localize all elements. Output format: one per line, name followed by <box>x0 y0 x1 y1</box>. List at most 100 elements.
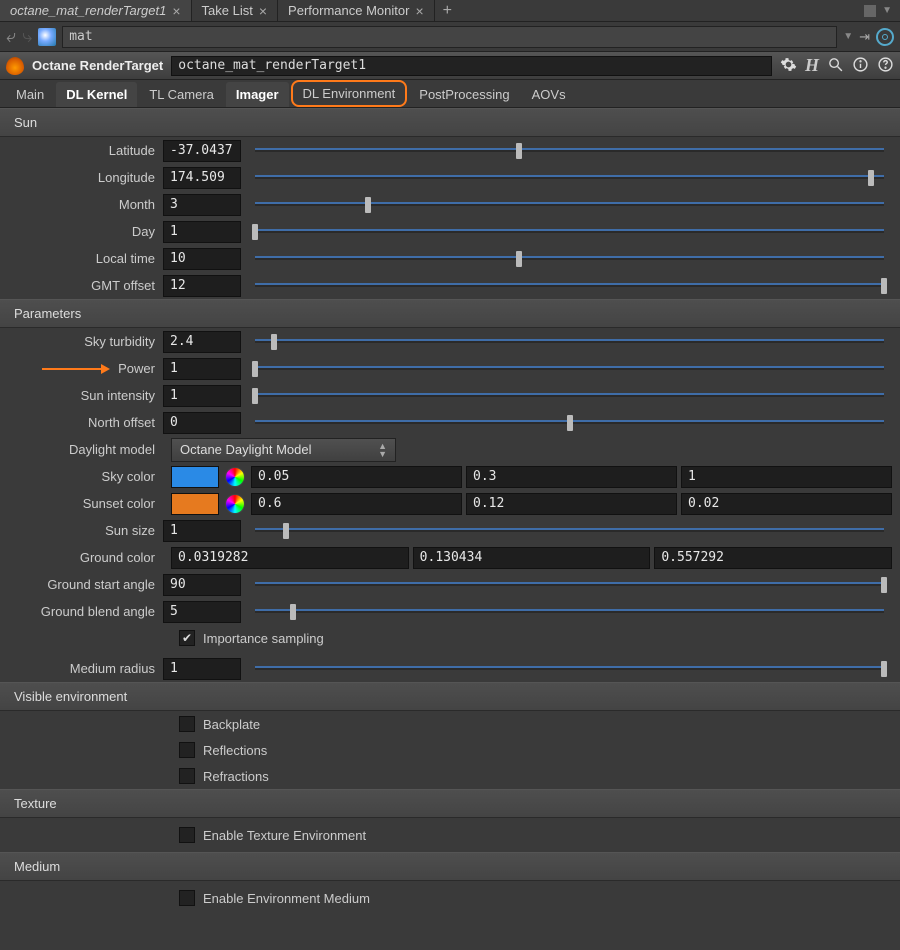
day-slider[interactable] <box>255 222 884 242</box>
sky-color-b-input[interactable] <box>681 466 892 488</box>
north-offset-slider[interactable] <box>255 413 884 433</box>
tab-main[interactable]: Main <box>6 82 54 107</box>
chevron-down-icon[interactable]: ▼ <box>843 31 853 42</box>
row-refractions: Refractions <box>0 763 900 789</box>
medium-radius-input[interactable] <box>163 658 241 680</box>
importance-sampling-checkbox[interactable]: ✔ <box>179 630 195 646</box>
latitude-slider[interactable] <box>255 141 884 161</box>
param-label: Month <box>0 197 163 212</box>
row-medium-radius: Medium radius <box>0 655 900 682</box>
row-ground-color: Ground color <box>0 544 900 571</box>
top-tab-takelist[interactable]: Take List × <box>192 0 279 21</box>
gmt-offset-slider[interactable] <box>255 276 884 296</box>
tab-postprocessing[interactable]: PostProcessing <box>409 82 519 107</box>
sun-size-slider[interactable] <box>255 521 884 541</box>
top-tab-rendertarget[interactable]: octane_mat_renderTarget1 × <box>0 0 192 21</box>
section-header-texture: Texture <box>0 789 900 818</box>
sky-color-g-input[interactable] <box>466 466 677 488</box>
param-label: Sun size <box>0 523 163 538</box>
node-name-input[interactable] <box>171 56 772 76</box>
param-label: North offset <box>0 415 163 430</box>
month-slider[interactable] <box>255 195 884 215</box>
sky-turbidity-slider[interactable] <box>255 332 884 352</box>
ground-start-angle-slider[interactable] <box>255 575 884 595</box>
param-label: Sunset color <box>0 496 163 511</box>
top-tab-perfmon[interactable]: Performance Monitor × <box>278 0 435 21</box>
medium-radius-slider[interactable] <box>255 659 884 679</box>
local-time-slider[interactable] <box>255 249 884 269</box>
help-icon[interactable] <box>877 56 894 76</box>
color-picker-icon[interactable] <box>225 494 245 514</box>
color-picker-icon[interactable] <box>225 467 245 487</box>
row-sunset-color: Sunset color <box>0 490 900 517</box>
sunset-color-b-input[interactable] <box>681 493 892 515</box>
daylight-model-dropdown[interactable]: Octane Daylight Model ▲▼ <box>171 438 396 462</box>
window-maximize-icon[interactable] <box>864 5 876 17</box>
info-icon[interactable] <box>852 56 869 76</box>
refractions-checkbox[interactable] <box>179 768 195 784</box>
row-day: Day <box>0 218 900 245</box>
enable-env-medium-checkbox[interactable] <box>179 890 195 906</box>
tab-tl-camera[interactable]: TL Camera <box>139 82 224 107</box>
longitude-slider[interactable] <box>255 168 884 188</box>
sun-intensity-slider[interactable] <box>255 386 884 406</box>
ground-blend-angle-slider[interactable] <box>255 602 884 622</box>
add-tab-button[interactable]: + <box>435 0 460 22</box>
reflections-checkbox[interactable] <box>179 742 195 758</box>
gmt-offset-input[interactable] <box>163 275 241 297</box>
sunset-color-g-input[interactable] <box>466 493 677 515</box>
close-icon[interactable]: × <box>259 6 267 16</box>
row-sky-turbidity: Sky turbidity <box>0 328 900 355</box>
ground-color-b-input[interactable] <box>654 547 892 569</box>
month-input[interactable] <box>163 194 241 216</box>
param-label: Latitude <box>0 143 163 158</box>
sunset-color-r-input[interactable] <box>251 493 462 515</box>
ground-start-angle-input[interactable] <box>163 574 241 596</box>
latitude-input[interactable] <box>163 140 241 162</box>
param-label: Day <box>0 224 163 239</box>
sky-color-swatch[interactable] <box>171 466 219 488</box>
longitude-input[interactable] <box>163 167 241 189</box>
tab-aovs[interactable]: AOVs <box>522 82 576 107</box>
day-input[interactable] <box>163 221 241 243</box>
section-header-medium: Medium <box>0 852 900 881</box>
forward-button[interactable]: ⤷ <box>22 26 32 47</box>
parameter-tabs: Main DL Kernel TL Camera Imager DL Envir… <box>0 80 900 108</box>
sky-turbidity-input[interactable] <box>163 331 241 353</box>
ground-color-r-input[interactable] <box>171 547 409 569</box>
checkbox-label: Refractions <box>203 769 269 784</box>
ground-color-g-input[interactable] <box>413 547 651 569</box>
local-time-input[interactable] <box>163 248 241 270</box>
tab-dl-environment[interactable]: DL Environment <box>291 80 408 107</box>
pin-icon[interactable]: ⇥ <box>859 29 870 45</box>
gear-icon[interactable] <box>780 56 797 76</box>
chevron-down-icon[interactable]: ▼ <box>882 5 892 17</box>
row-ground-start-angle: Ground start angle <box>0 571 900 598</box>
checkbox-label: Importance sampling <box>203 631 324 646</box>
north-offset-input[interactable] <box>163 412 241 434</box>
top-tab-label: Performance Monitor <box>288 3 409 18</box>
close-icon[interactable]: × <box>172 6 180 16</box>
tab-dl-kernel[interactable]: DL Kernel <box>56 82 137 107</box>
checkbox-label: Backplate <box>203 717 260 732</box>
nav-bar: ⤶ ⤷ ▼ ⇥ <box>0 22 900 52</box>
param-label: Sky turbidity <box>0 334 163 349</box>
back-button[interactable]: ⤶ <box>6 26 16 47</box>
param-label: Medium radius <box>0 661 163 676</box>
tab-imager[interactable]: Imager <box>226 82 289 107</box>
sky-color-r-input[interactable] <box>251 466 462 488</box>
power-slider[interactable] <box>255 359 884 379</box>
search-icon[interactable] <box>827 56 844 76</box>
sun-intensity-input[interactable] <box>163 385 241 407</box>
backplate-checkbox[interactable] <box>179 716 195 732</box>
sunset-color-swatch[interactable] <box>171 493 219 515</box>
houdini-icon[interactable]: H <box>805 55 819 76</box>
ground-blend-angle-input[interactable] <box>163 601 241 623</box>
sun-size-input[interactable] <box>163 520 241 542</box>
power-input[interactable] <box>163 358 241 380</box>
content-scroll[interactable]: Sun Latitude Longitude Month Day Local t… <box>0 108 900 950</box>
close-icon[interactable]: × <box>415 6 423 16</box>
path-input[interactable] <box>62 26 837 48</box>
enable-texture-env-checkbox[interactable] <box>179 827 195 843</box>
target-icon[interactable] <box>876 28 894 46</box>
